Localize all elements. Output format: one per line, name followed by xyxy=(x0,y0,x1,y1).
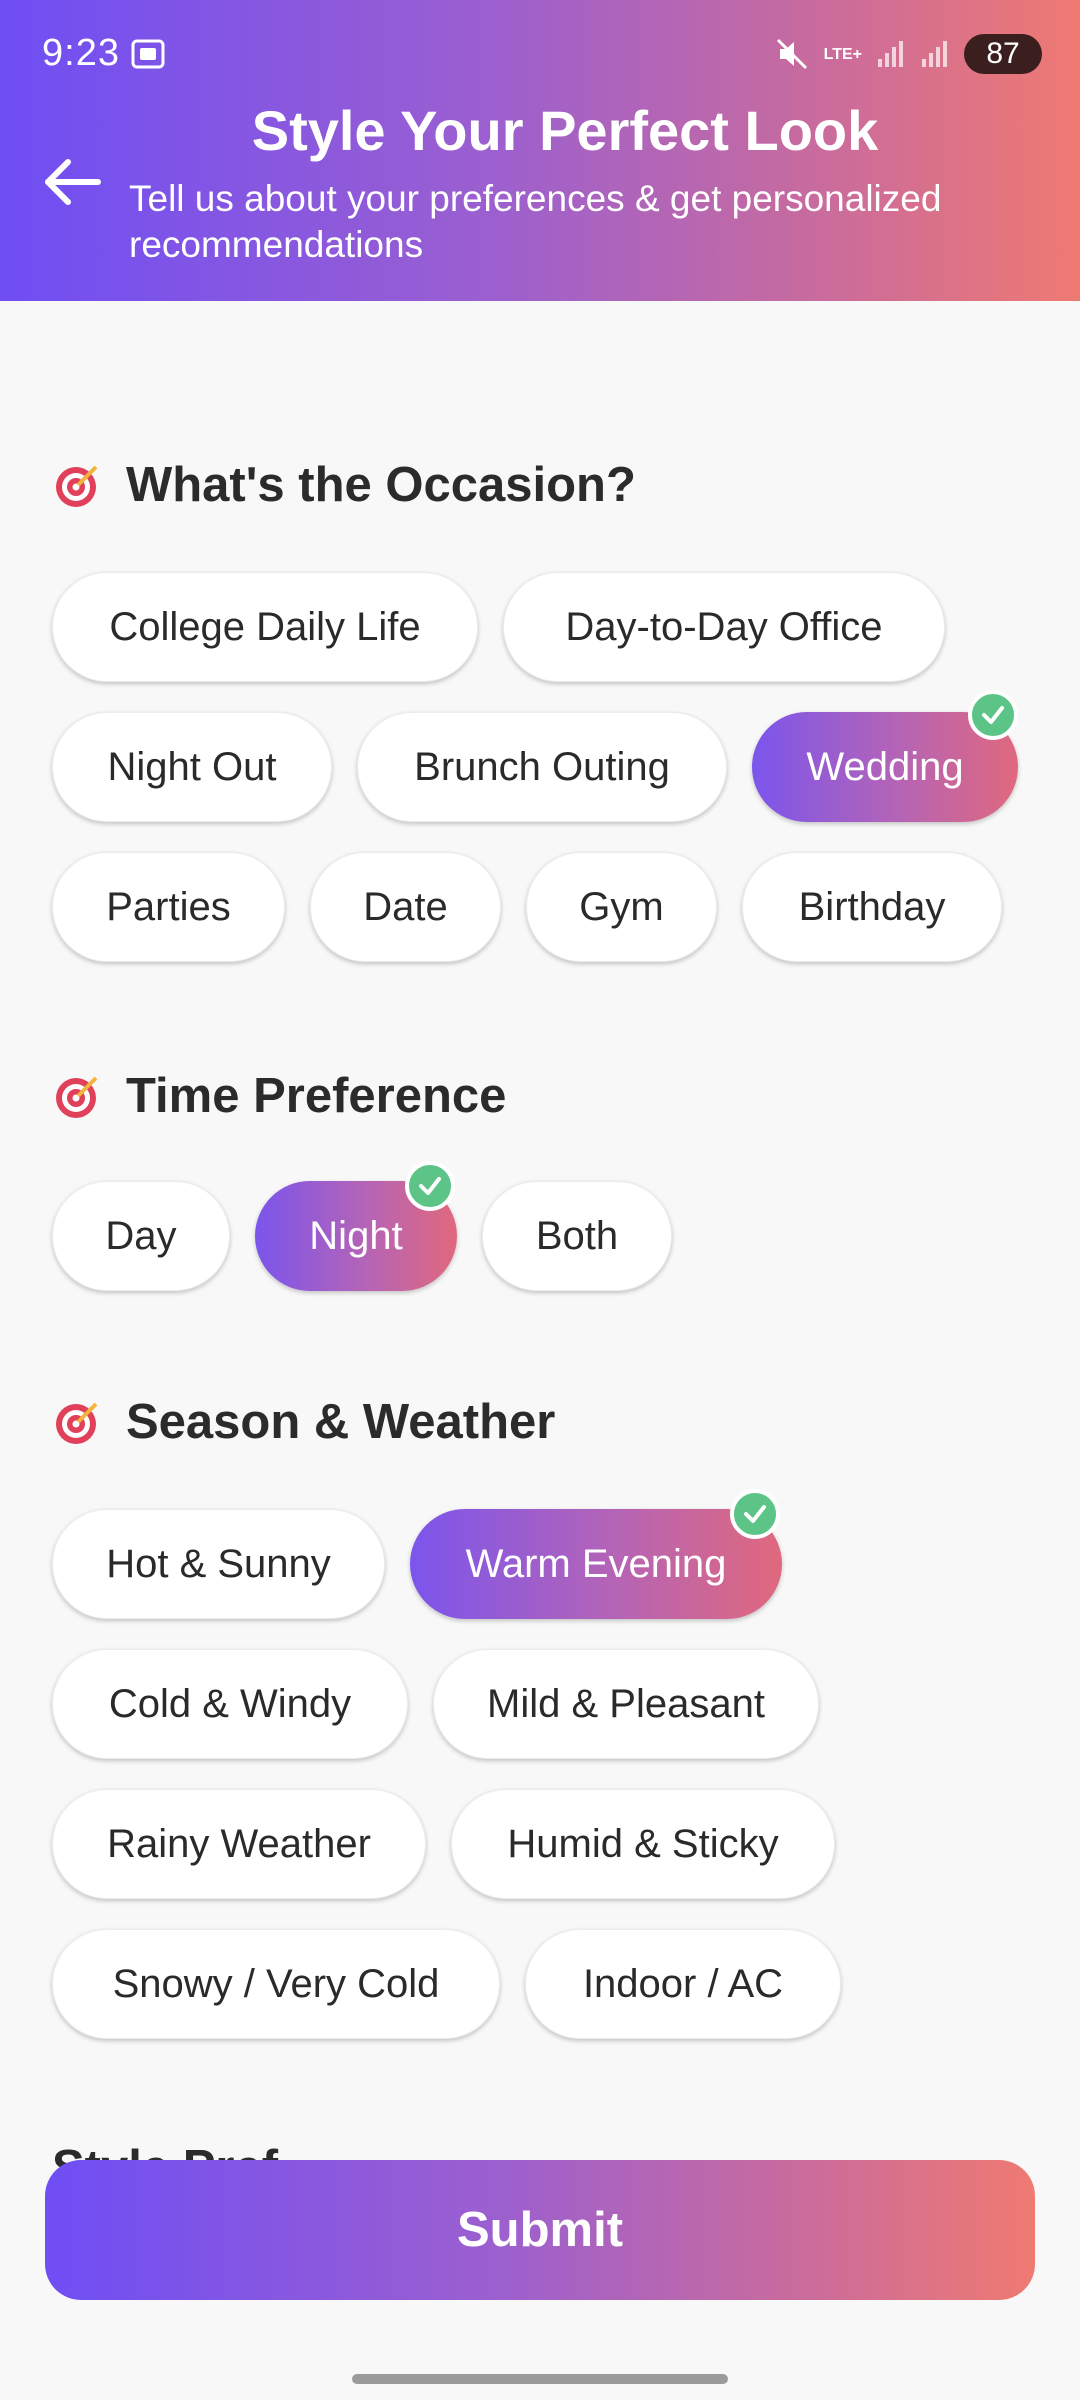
chip-indoor-ac[interactable]: Indoor / AC xyxy=(525,1929,841,2039)
section-time-header: Time Preference xyxy=(52,1068,506,1124)
back-arrow-icon[interactable] xyxy=(40,150,104,214)
mute-icon xyxy=(776,38,807,70)
app-header: 9:23 LTE+ 87 Style Your Perfect Look Tel… xyxy=(0,0,1080,301)
chip-day-to-day-office[interactable]: Day-to-Day Office xyxy=(503,572,945,682)
chip-night-out[interactable]: Night Out xyxy=(52,712,332,822)
chip-rainy-weather[interactable]: Rainy Weather xyxy=(52,1789,426,1899)
signal-icon xyxy=(878,41,903,67)
chip-parties[interactable]: Parties xyxy=(52,852,285,962)
section-title-season: Season & Weather xyxy=(126,1395,556,1449)
section-season-header: Season & Weather xyxy=(52,1394,555,1450)
chip-day[interactable]: Day xyxy=(52,1181,230,1291)
section-title-time: Time Preference xyxy=(126,1069,507,1123)
section-title-occasion: What's the Occasion? xyxy=(126,458,636,512)
check-circle-icon xyxy=(405,1161,455,1211)
target-icon xyxy=(56,465,98,507)
preferences-form: What's the Occasion? College Daily Life … xyxy=(0,301,1080,2161)
submit-button[interactable]: Submit xyxy=(45,2160,1035,2300)
check-circle-icon xyxy=(730,1489,780,1539)
status-time: 9:23 xyxy=(42,32,120,74)
chip-cold-windy[interactable]: Cold & Windy xyxy=(52,1649,408,1759)
chip-humid-sticky[interactable]: Humid & Sticky xyxy=(451,1789,835,1899)
chip-college-daily-life[interactable]: College Daily Life xyxy=(52,572,478,682)
battery-indicator: 87 xyxy=(964,34,1042,74)
chip-snowy-very-cold[interactable]: Snowy / Very Cold xyxy=(52,1929,500,2039)
chip-hot-sunny[interactable]: Hot & Sunny xyxy=(52,1509,385,1619)
home-indicator[interactable] xyxy=(352,2374,728,2384)
chip-gym[interactable]: Gym xyxy=(526,852,717,962)
signal-icon-2 xyxy=(922,41,947,67)
check-circle-icon xyxy=(968,690,1018,740)
chip-warm-evening[interactable]: Warm Evening xyxy=(410,1509,782,1619)
chip-birthday[interactable]: Birthday xyxy=(742,852,1002,962)
status-right: LTE+ 87 xyxy=(776,34,1042,74)
section-occasion-header: What's the Occasion? xyxy=(52,457,636,513)
page-title: Style Your Perfect Look xyxy=(251,99,879,162)
lte-indicator: LTE+ xyxy=(823,45,862,63)
chip-date[interactable]: Date xyxy=(310,852,501,962)
page-subtitle: Tell us about your preferences & get per… xyxy=(129,178,942,265)
screenshot-icon xyxy=(131,39,165,69)
target-icon xyxy=(56,1402,98,1444)
chip-brunch-outing[interactable]: Brunch Outing xyxy=(357,712,727,822)
chip-mild-pleasant[interactable]: Mild & Pleasant xyxy=(433,1649,819,1759)
chip-both[interactable]: Both xyxy=(482,1181,672,1291)
target-icon xyxy=(56,1076,98,1118)
status-bar: 9:23 LTE+ 87 xyxy=(0,0,1080,105)
